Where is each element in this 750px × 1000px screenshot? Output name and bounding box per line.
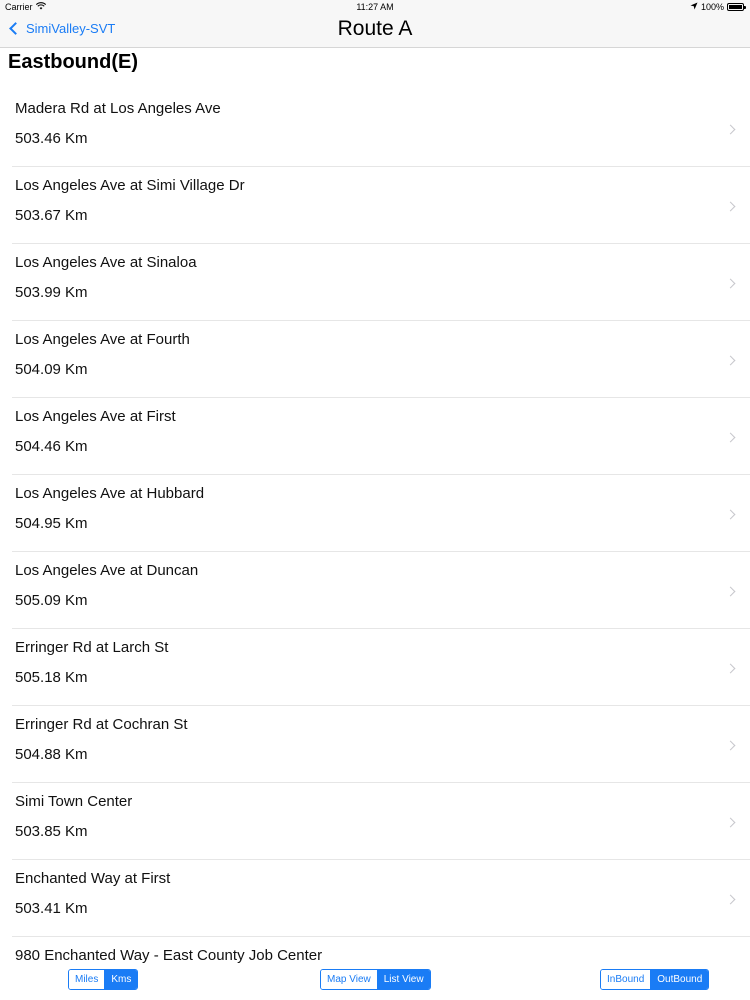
- stop-distance: 503.41 Km: [15, 900, 88, 917]
- chevron-right-icon: [725, 278, 736, 289]
- stop-name: Los Angeles Ave at Duncan: [15, 562, 199, 579]
- stop-name: Los Angeles Ave at First: [15, 408, 176, 425]
- stop-name: Los Angeles Ave at Fourth: [15, 331, 190, 348]
- stop-distance: 505.18 Km: [15, 669, 88, 686]
- battery-fill: [729, 5, 742, 9]
- stop-row[interactable]: Los Angeles Ave at Sinaloa 503.99 Km: [12, 244, 750, 321]
- stop-list: Madera Rd at Los Angeles Ave 503.46 Km Los…: [0, 90, 750, 1000]
- stop-row[interactable]: Los Angeles Ave at First 504.46 Km: [12, 398, 750, 475]
- stop-distance: 503.99 Km: [15, 284, 88, 301]
- stop-name: Los Angeles Ave at Sinaloa: [15, 254, 197, 271]
- direction-segmented-control: InBound OutBound: [600, 969, 710, 990]
- chevron-right-icon: [725, 432, 736, 443]
- stop-distance: 503.67 Km: [15, 207, 88, 224]
- battery-percent: 100%: [700, 2, 724, 12]
- stop-name: Los Angeles Ave at Hubbard: [15, 485, 205, 502]
- screen: Carrier 11:27 AM 100% SimiValley-SVT Rou…: [0, 0, 750, 1000]
- units-segmented-control: Miles Kms: [68, 969, 139, 990]
- stop-name: Simi Town Center: [15, 793, 133, 810]
- chevron-right-icon: [725, 894, 736, 905]
- navigation-bar: SimiValley-SVT Route A: [0, 14, 750, 48]
- units-kms-segment[interactable]: Kms: [104, 970, 138, 989]
- stop-row[interactable]: Los Angeles Ave at Hubbard 504.95 Km: [12, 475, 750, 552]
- stop-row[interactable]: Los Angeles Ave at Simi Village Dr 503.67…: [12, 167, 750, 244]
- stop-distance: 503.85 Km: [15, 823, 88, 840]
- stop-distance: 505.09 Km: [15, 592, 88, 609]
- stop-name: Los Angeles Ave at Simi Village Dr: [15, 177, 245, 194]
- battery-icon: [727, 3, 746, 11]
- section-header: Eastbound(E): [8, 51, 138, 73]
- stop-name: 980 Enchanted Way - East County Job Cent…: [15, 947, 323, 964]
- stop-name: Madera Rd at Los Angeles Ave: [15, 100, 221, 117]
- chevron-right-icon: [725, 509, 736, 520]
- stop-distance: 504.88 Km: [15, 746, 88, 763]
- status-right: 100%: [690, 0, 746, 14]
- stop-distance: 503.46 Km: [15, 130, 88, 147]
- chevron-right-icon: [725, 740, 736, 751]
- stop-name: Erringer Rd at Larch St: [15, 639, 169, 656]
- chevron-right-icon: [725, 124, 736, 135]
- view-segmented-control: Map View List View: [320, 969, 431, 990]
- status-time: 11:27 AM: [356, 2, 394, 12]
- stop-name: Erringer Rd at Cochran St: [15, 716, 188, 733]
- view-list-view-segment[interactable]: List View: [376, 970, 430, 989]
- stop-row[interactable]: Enchanted Way at First 503.41 Km: [12, 860, 750, 937]
- chevron-right-icon: [725, 201, 736, 212]
- direction-inbound-segment[interactable]: InBound: [601, 970, 651, 989]
- direction-outbound-segment[interactable]: OutBound: [650, 970, 709, 989]
- stop-row[interactable]: Erringer Rd at Cochran St 504.88 Km: [12, 706, 750, 783]
- stop-name: Enchanted Way at First: [15, 870, 171, 887]
- stop-row[interactable]: Los Angeles Ave at Duncan 505.09 Km: [12, 552, 750, 629]
- stop-row[interactable]: Los Angeles Ave at Fourth 504.09 Km: [12, 321, 750, 398]
- view-map-view-segment[interactable]: Map View: [321, 970, 377, 989]
- page-title: Route A: [337, 17, 413, 40]
- status-bar: Carrier 11:27 AM 100%: [0, 0, 750, 14]
- location-arrow-icon: [690, 0, 698, 14]
- stop-row[interactable]: Madera Rd at Los Angeles Ave 503.46 Km: [12, 90, 750, 167]
- stop-distance: 504.46 Km: [15, 438, 88, 455]
- units-miles-segment[interactable]: Miles: [69, 970, 105, 989]
- chevron-right-icon: [725, 355, 736, 366]
- chevron-right-icon: [725, 586, 736, 597]
- stop-row[interactable]: Simi Town Center 503.85 Km: [12, 783, 750, 860]
- stop-row[interactable]: Erringer Rd at Larch St 505.18 Km: [12, 629, 750, 706]
- chevron-right-icon: [725, 663, 736, 674]
- stop-distance: 504.09 Km: [15, 361, 88, 378]
- stop-distance: 504.95 Km: [15, 515, 88, 532]
- chevron-right-icon: [725, 817, 736, 828]
